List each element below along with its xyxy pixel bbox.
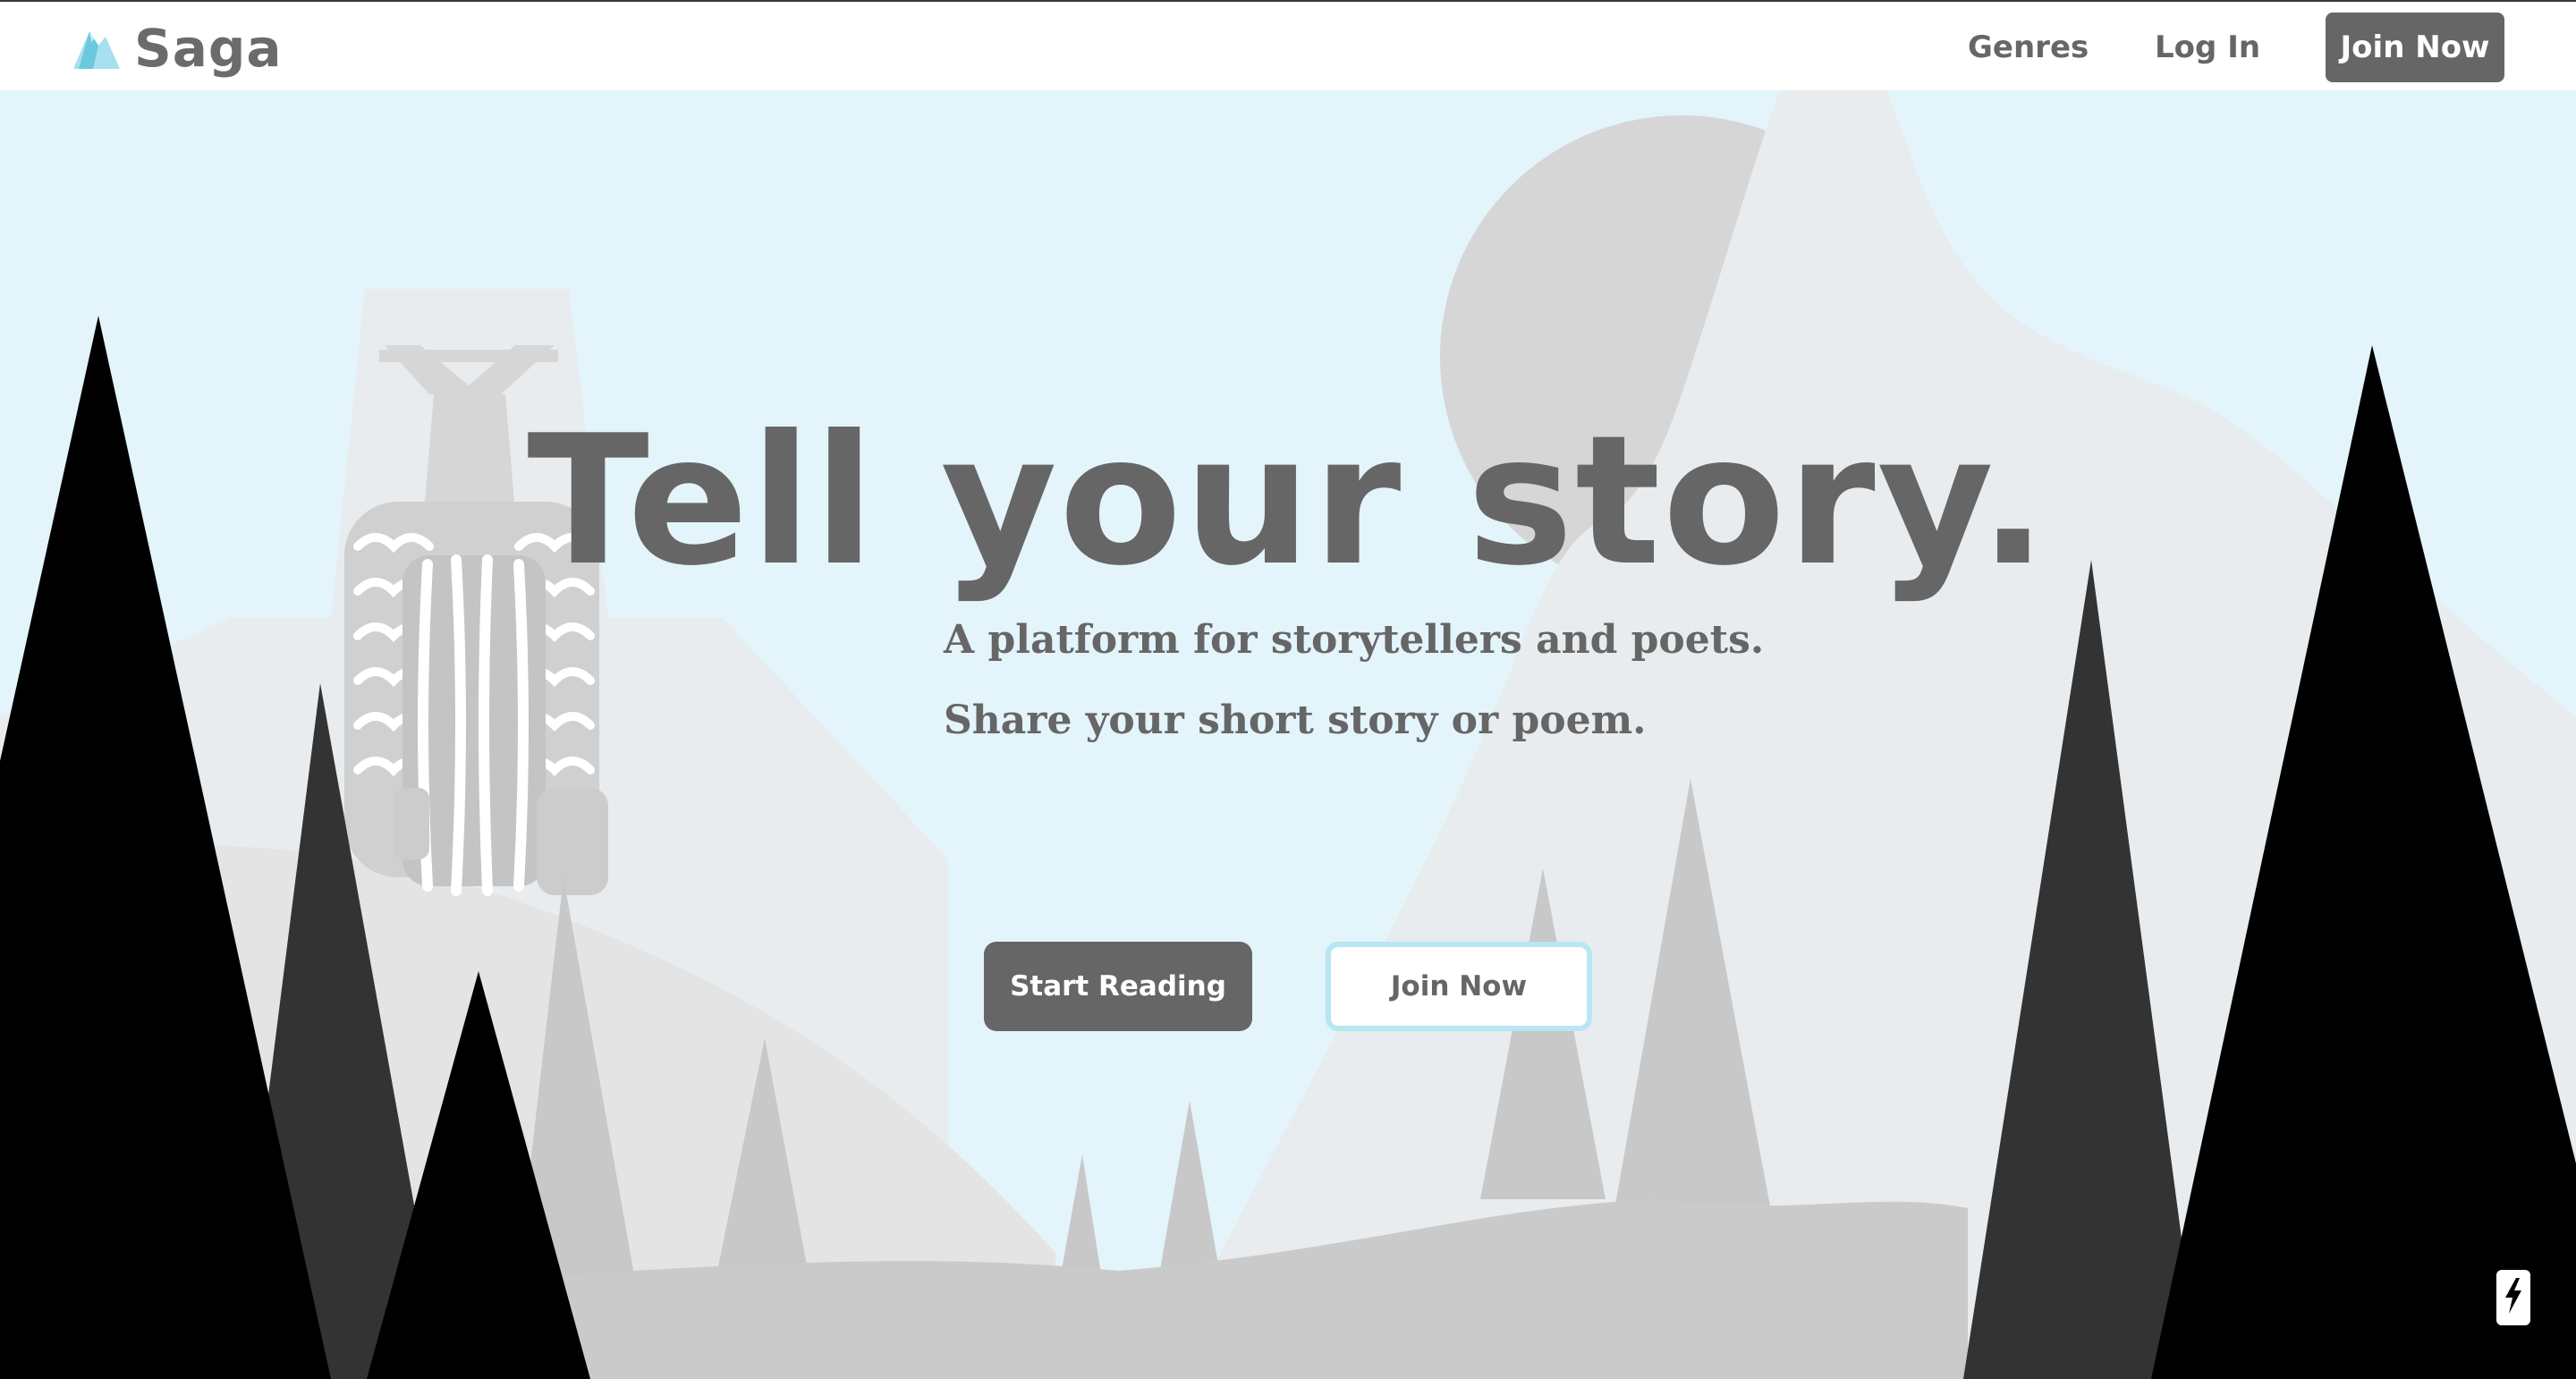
hero-tagline-2: Share your short story or poem.: [944, 698, 1647, 743]
lightning-bolt-icon: [2502, 1276, 2525, 1320]
hero-tagline-1: A platform for storytellers and poets.: [944, 617, 1765, 663]
hero-headline: Tell your story.: [527, 397, 2049, 605]
floating-action-button[interactable]: [2496, 1270, 2530, 1325]
hero-join-now-button[interactable]: Join Now: [1326, 942, 1592, 1031]
top-navbar: Saga Genres Log In Join Now: [0, 0, 2576, 90]
mountain-logo-icon: [72, 26, 122, 71]
nav-join-now-button[interactable]: Join Now: [2326, 13, 2504, 82]
nav-link-log-in[interactable]: Log In: [2155, 27, 2260, 68]
hero-section: Tell your story. A platform for storytel…: [0, 90, 2576, 1379]
nav-link-genres[interactable]: Genres: [1968, 27, 2089, 68]
brand-home-link[interactable]: Saga: [72, 18, 283, 79]
start-reading-button[interactable]: Start Reading: [984, 942, 1252, 1031]
brand-name: Saga: [134, 18, 283, 79]
